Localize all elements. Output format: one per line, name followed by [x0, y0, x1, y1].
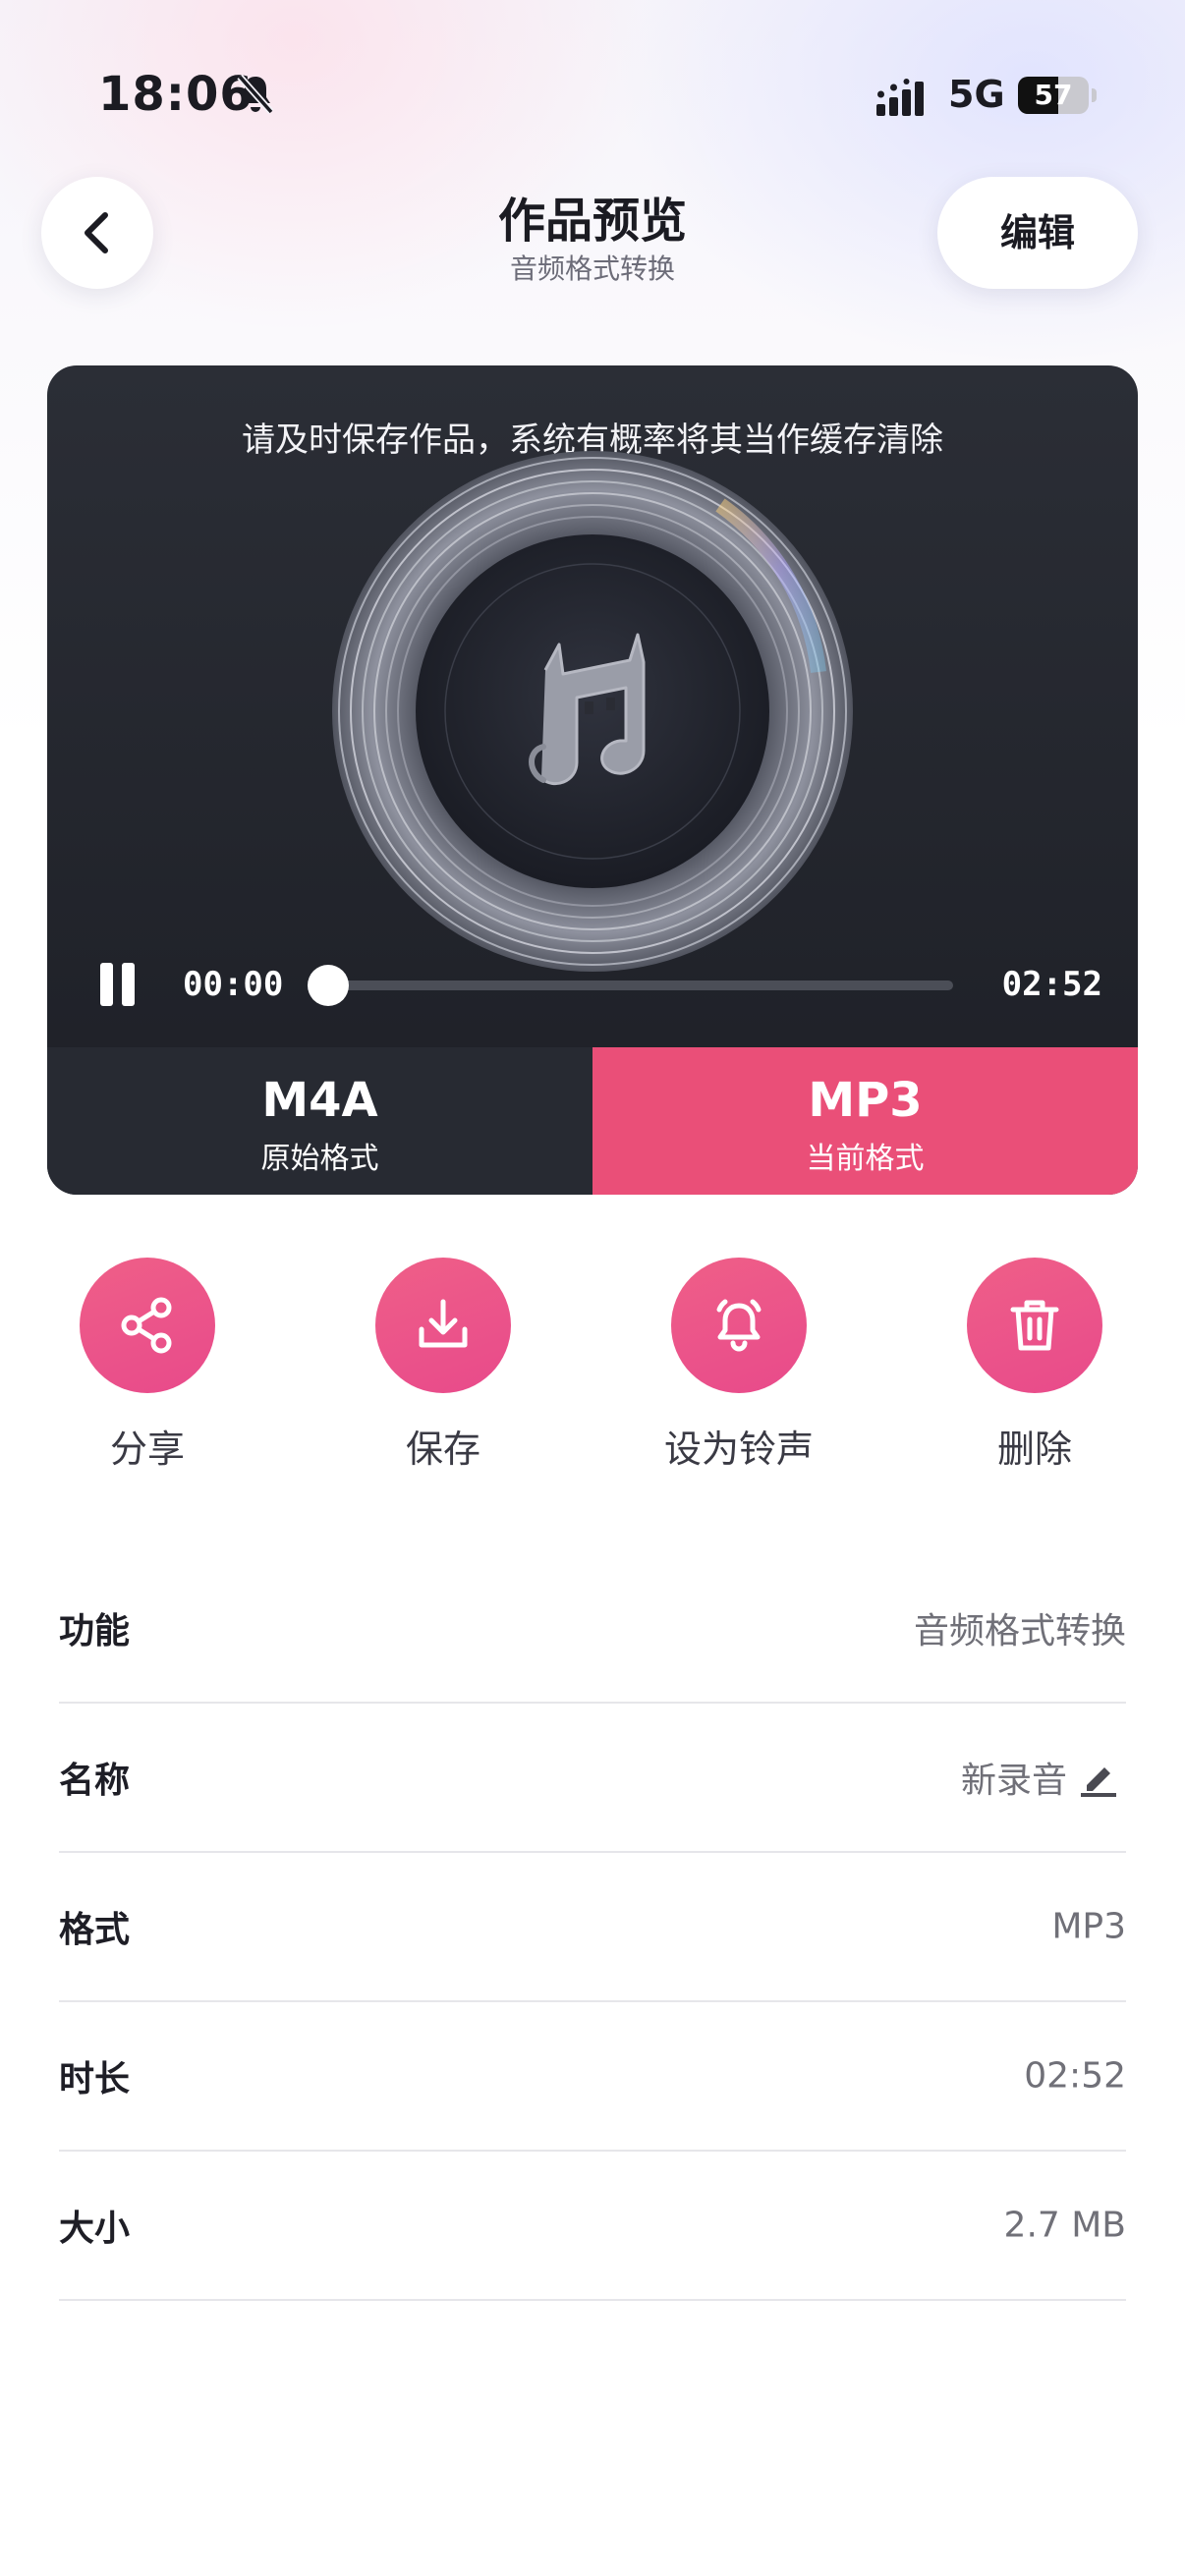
- info-label: 名称: [59, 1761, 131, 1801]
- info-value: 音频格式转换: [913, 1611, 1126, 1652]
- action-bar: 分享 保存 设为铃声 删除: [0, 1258, 1185, 1493]
- original-format-cell: M4A 原始格式: [47, 1047, 592, 1195]
- playback-controls: 00:00 02:52: [47, 955, 1138, 1014]
- edit-button[interactable]: 编辑: [937, 177, 1138, 289]
- pause-icon[interactable]: [98, 963, 138, 1006]
- player-card: 请及时保存作品，系统有概率将其当作缓存清除 00:00 02:52 M4A 原始…: [47, 365, 1138, 1195]
- delete-label: 删除: [996, 1428, 1072, 1471]
- download-icon: [419, 1299, 468, 1348]
- trash-icon: [1010, 1300, 1059, 1351]
- info-row-size: 大小 2.7 MB: [59, 2152, 1126, 2301]
- bell-off-icon: [237, 74, 274, 115]
- original-format-label: 原始格式: [260, 1142, 379, 1176]
- info-label: 大小: [59, 2209, 131, 2249]
- share-label: 分享: [109, 1428, 185, 1471]
- current-time: 00:00: [183, 965, 284, 1004]
- network-type: 5G: [948, 73, 1005, 116]
- battery-icon: 57: [1018, 77, 1099, 114]
- progress-knob[interactable]: [308, 965, 349, 1006]
- info-label: 格式: [59, 1910, 131, 1950]
- info-label: 时长: [59, 2059, 131, 2100]
- set-ringtone-label: 设为铃声: [663, 1428, 814, 1471]
- info-row-format: 格式 MP3: [59, 1853, 1126, 2002]
- save-label: 保存: [405, 1428, 480, 1471]
- bell-icon: [716, 1299, 762, 1352]
- current-format-cell: MP3 当前格式: [592, 1047, 1138, 1195]
- status-time: 18:06: [98, 67, 254, 122]
- current-format-name: MP3: [808, 1073, 923, 1128]
- info-value: 02:52: [1024, 2055, 1126, 2097]
- info-row-function: 功能 音频格式转换: [59, 1554, 1126, 1704]
- info-row-name[interactable]: 名称 新录音: [59, 1704, 1126, 1853]
- info-value: MP3: [1051, 1906, 1126, 1947]
- info-label: 功能: [59, 1611, 131, 1652]
- pencil-edit-icon[interactable]: [1079, 1758, 1118, 1797]
- info-value: 2.7 MB: [1003, 2205, 1126, 2246]
- info-value: 新录音: [960, 1761, 1067, 1801]
- total-time: 02:52: [1001, 965, 1102, 1004]
- save-button[interactable]: 保存: [325, 1258, 561, 1473]
- format-compare: M4A 原始格式 MP3 当前格式: [47, 1047, 1138, 1195]
- vinyl-disc-artwork: [332, 451, 853, 972]
- current-format-label: 当前格式: [806, 1142, 925, 1176]
- share-icon: [121, 1297, 172, 1354]
- set-ringtone-button[interactable]: 设为铃声: [621, 1258, 857, 1473]
- delete-button[interactable]: 删除: [917, 1258, 1153, 1473]
- signal-icon: [876, 79, 924, 116]
- file-info-list: 功能 音频格式转换 名称 新录音 格式 MP3 时长 02:52 大小 2.7 …: [59, 1554, 1126, 2301]
- share-button[interactable]: 分享: [29, 1258, 265, 1473]
- info-row-duration: 时长 02:52: [59, 2002, 1126, 2152]
- progress-slider[interactable]: [308, 965, 953, 1006]
- battery-percent: 57: [1034, 79, 1073, 111]
- status-bar: 18:06 5G 57: [0, 0, 1185, 187]
- original-format-name: M4A: [261, 1073, 378, 1128]
